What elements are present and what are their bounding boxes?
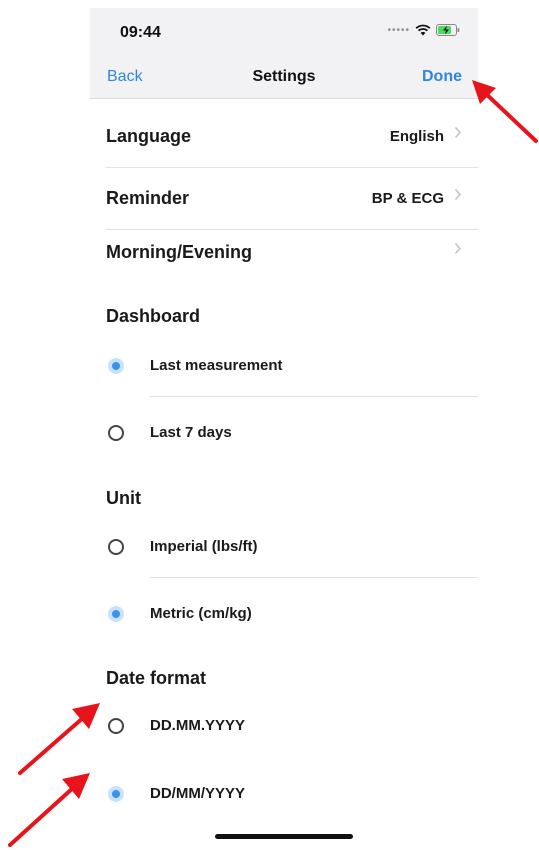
reminder-value: BP & ECG (371, 190, 444, 207)
status-icons: ••••• (387, 24, 460, 36)
option-label: Last measurement (150, 357, 283, 374)
morning-evening-row[interactable]: Morning/Evening (90, 222, 478, 283)
status-time: 09:44 (120, 24, 161, 41)
signal-dots-icon: ••••• (387, 24, 410, 36)
radio-selected-icon[interactable] (108, 786, 124, 802)
option-label: Metric (cm/kg) (150, 605, 252, 622)
home-indicator (215, 834, 353, 839)
chevron-right-icon (454, 242, 462, 255)
done-button[interactable]: Done (422, 68, 462, 86)
option-label: DD.MM.YYYY (150, 717, 246, 734)
date-format-option-dotted[interactable]: DD.MM.YYYY (90, 705, 478, 751)
language-row[interactable]: Language English (90, 106, 478, 167)
divider (150, 577, 478, 578)
section-title-dashboard: Dashboard (106, 306, 201, 326)
date-format-option-slashed[interactable]: DD/MM/YYYY (90, 773, 478, 819)
page-title: Settings (252, 68, 316, 85)
section-title-date-format: Date format (106, 668, 207, 688)
annotation-arrow (8, 773, 90, 847)
reminder-row[interactable]: Reminder BP & ECG (90, 168, 478, 229)
wifi-icon (415, 24, 431, 36)
chevron-right-icon (454, 126, 462, 139)
option-label: DD/MM/YYYY (150, 785, 246, 802)
language-label: Language (106, 126, 192, 146)
settings-screen: 09:44 ••••• Back Settings Done Language … (90, 8, 478, 850)
option-label: Imperial (lbs/ft) (150, 538, 258, 555)
battery-charging-icon (436, 24, 460, 36)
divider (150, 396, 478, 397)
section-title-unit: Unit (106, 488, 141, 508)
radio-unselected-icon[interactable] (108, 539, 124, 555)
radio-unselected-icon[interactable] (108, 718, 124, 734)
option-label: Last 7 days (150, 424, 232, 441)
dashboard-option-last-7-days[interactable]: Last 7 days (90, 412, 478, 458)
unit-option-imperial[interactable]: Imperial (lbs/ft) (90, 526, 478, 572)
reminder-label: Reminder (106, 188, 190, 208)
unit-option-metric[interactable]: Metric (cm/kg) (90, 593, 478, 639)
radio-unselected-icon[interactable] (108, 425, 124, 441)
morning-evening-label: Morning/Evening (106, 242, 252, 262)
chevron-right-icon (454, 188, 462, 201)
radio-selected-icon[interactable] (108, 606, 124, 622)
language-value: English (389, 128, 444, 145)
dashboard-option-last-measurement[interactable]: Last measurement (90, 345, 478, 391)
radio-selected-icon[interactable] (108, 358, 124, 374)
top-bar: 09:44 ••••• Back Settings Done (90, 8, 478, 99)
annotation-arrow (472, 80, 538, 143)
